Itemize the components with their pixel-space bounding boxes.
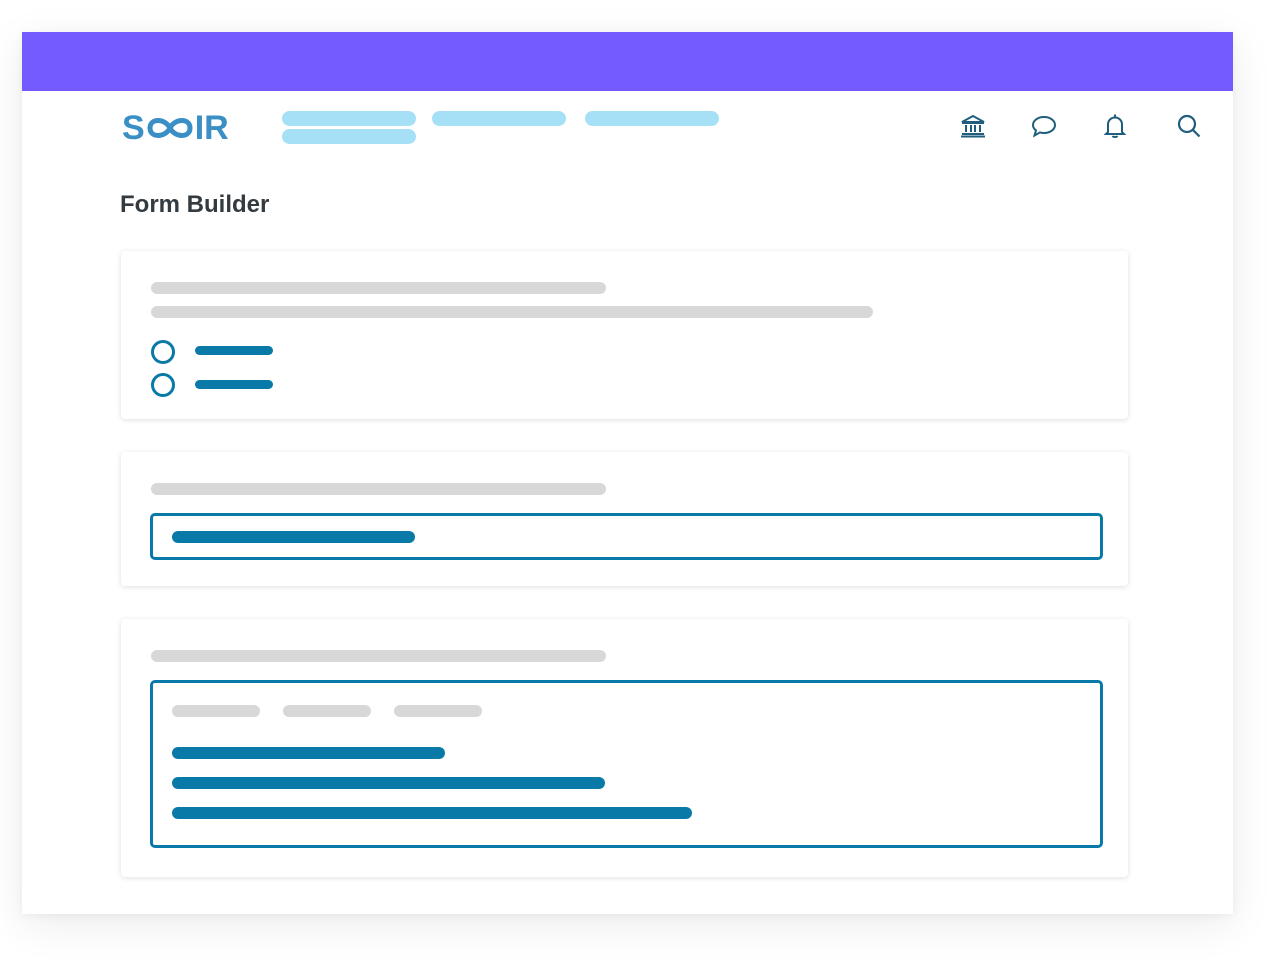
chat-icon[interactable] [1029, 111, 1059, 141]
input-value-placeholder [172, 531, 415, 543]
logo-letters-ir: IR [194, 108, 229, 147]
logo-letter-s: S [122, 108, 145, 147]
page-title: Form Builder [120, 191, 270, 218]
text-line-placeholder-2 [172, 777, 605, 789]
scoir-logo[interactable]: S IR [122, 108, 229, 147]
app-window: S IR Form Builder [22, 32, 1233, 914]
nav-placeholder-2[interactable] [432, 111, 566, 126]
question-label-placeholder [151, 282, 606, 294]
radio-option-1[interactable] [151, 340, 175, 364]
toolbar-item-placeholder-2[interactable] [283, 705, 371, 717]
radio-option-2[interactable] [151, 373, 175, 397]
toolbar-item-placeholder-1[interactable] [172, 705, 260, 717]
header: S IR [22, 91, 1233, 171]
bell-icon[interactable] [1100, 111, 1130, 141]
form-question-card-text-input[interactable] [121, 452, 1128, 586]
option-label-placeholder-2 [195, 380, 273, 389]
option-label-placeholder-1 [195, 346, 273, 355]
institution-icon[interactable] [958, 111, 988, 141]
toolbar-item-placeholder-3[interactable] [394, 705, 482, 717]
text-line-placeholder-1 [172, 747, 445, 759]
rich-text-area[interactable] [150, 680, 1103, 848]
top-accent-bar [22, 32, 1233, 91]
nav-placeholder-3[interactable] [585, 111, 719, 126]
form-question-card-rich-text[interactable] [121, 619, 1128, 877]
search-icon[interactable] [1174, 111, 1204, 141]
nav-placeholder-1[interactable] [282, 111, 416, 126]
question-description-placeholder [151, 306, 873, 318]
text-input-field[interactable] [150, 513, 1103, 560]
form-question-card-multiple-choice[interactable] [121, 251, 1128, 419]
nav-placeholder-1-line-2[interactable] [282, 129, 416, 144]
text-line-placeholder-3 [172, 807, 692, 819]
logo-infinity-icon [144, 113, 196, 143]
question-label-placeholder [151, 483, 606, 495]
question-label-placeholder [151, 650, 606, 662]
